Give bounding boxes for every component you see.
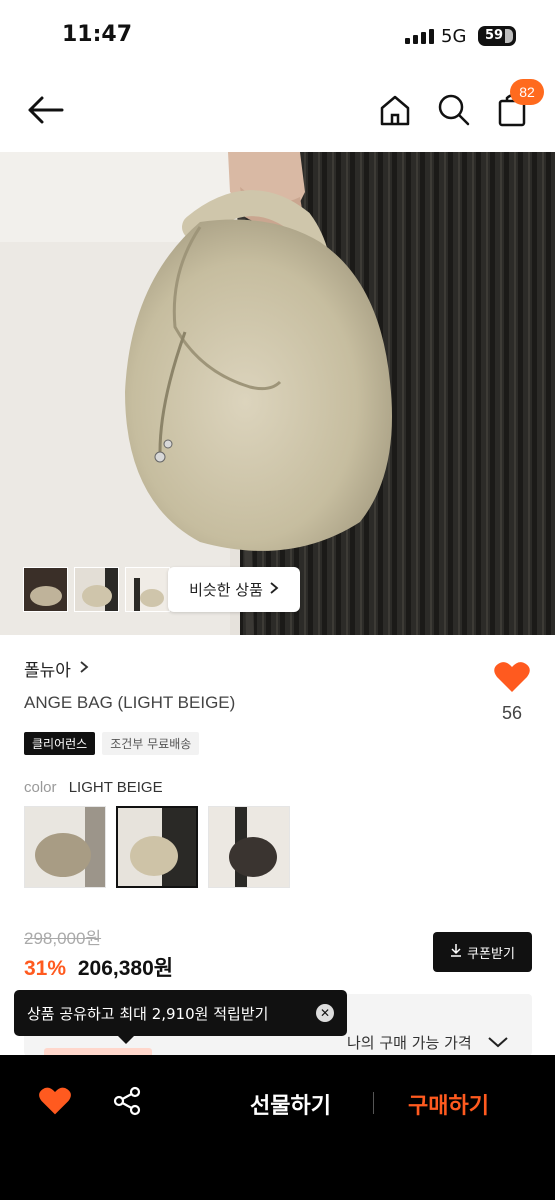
signal-icon (405, 29, 434, 44)
thumbnail-1[interactable] (23, 567, 68, 612)
similar-products-label: 비슷한 상품 (189, 581, 263, 599)
status-time: 11:47 (62, 22, 133, 47)
brand-link[interactable]: 폴뉴아 (24, 656, 89, 681)
price-row: 31% 206,380원 (24, 952, 173, 982)
color-swatch-1[interactable] (24, 806, 106, 888)
thumbnail-2[interactable] (74, 567, 119, 612)
color-value: LIGHT BEIGE (68, 779, 163, 796)
original-price: 298,000원 (24, 929, 102, 948)
close-icon[interactable]: ✕ (316, 1004, 334, 1022)
final-price: 206,380원 (77, 957, 174, 980)
gift-button[interactable]: 선물하기 (250, 1088, 331, 1120)
discount-rate: 31% (24, 957, 67, 980)
tooltip-arrow (118, 1036, 134, 1044)
product-hero-image[interactable] (0, 152, 555, 635)
back-arrow-icon[interactable] (22, 90, 68, 130)
search-icon[interactable] (434, 90, 474, 130)
bottom-action-bar: 선물하기 구매하기 (0, 1055, 555, 1200)
product-name: ANGE BAG (LIGHT BEIGE) (24, 693, 236, 712)
my-price-label: 나의 구매 가능 가격 (347, 1034, 472, 1052)
thumbnail-3[interactable] (125, 567, 170, 612)
tag-free-shipping: 조건부 무료배송 (102, 732, 200, 755)
buy-button[interactable]: 구매하기 (408, 1088, 489, 1120)
chevron-down-icon[interactable] (487, 1034, 509, 1053)
color-row: color LIGHT BEIGE (24, 779, 163, 796)
chevron-right-icon (269, 581, 279, 599)
product-tags: 클리어런스 조건부 무료배송 (24, 732, 200, 755)
battery-level: 59 (484, 28, 504, 43)
chevron-right-icon (79, 659, 89, 679)
brand-name: 폴뉴아 (24, 661, 71, 681)
similar-products-button[interactable]: 비슷한 상품 (168, 567, 300, 612)
like-count: 56 (501, 703, 523, 723)
network-label: 5G (441, 26, 467, 47)
share-reward-tooltip: 상품 공유하고 최대 2,910원 적립받기 ✕ (14, 990, 347, 1036)
coupon-label: 쿠폰받기 (467, 946, 515, 962)
color-swatch-2[interactable] (116, 806, 198, 888)
home-icon[interactable] (376, 90, 414, 130)
color-label: color (24, 779, 57, 796)
tag-clearance: 클리어런스 (24, 732, 96, 755)
heart-icon[interactable] (38, 1085, 72, 1117)
tooltip-text: 상품 공유하고 최대 2,910원 적립받기 (27, 1004, 269, 1023)
like-heart-icon[interactable] (493, 660, 531, 698)
divider (373, 1092, 374, 1114)
status-bar: 11:47 5G 59 (0, 0, 555, 72)
hero-thumbnails (23, 567, 170, 612)
cart-count-badge: 82 (510, 79, 544, 105)
coupon-button[interactable]: 쿠폰받기 (433, 932, 532, 972)
color-swatch-3[interactable] (208, 806, 290, 888)
share-icon[interactable] (111, 1085, 143, 1117)
top-nav (0, 76, 555, 146)
download-icon (450, 943, 462, 961)
battery-icon: 59 (478, 26, 516, 46)
color-swatches (24, 806, 290, 888)
